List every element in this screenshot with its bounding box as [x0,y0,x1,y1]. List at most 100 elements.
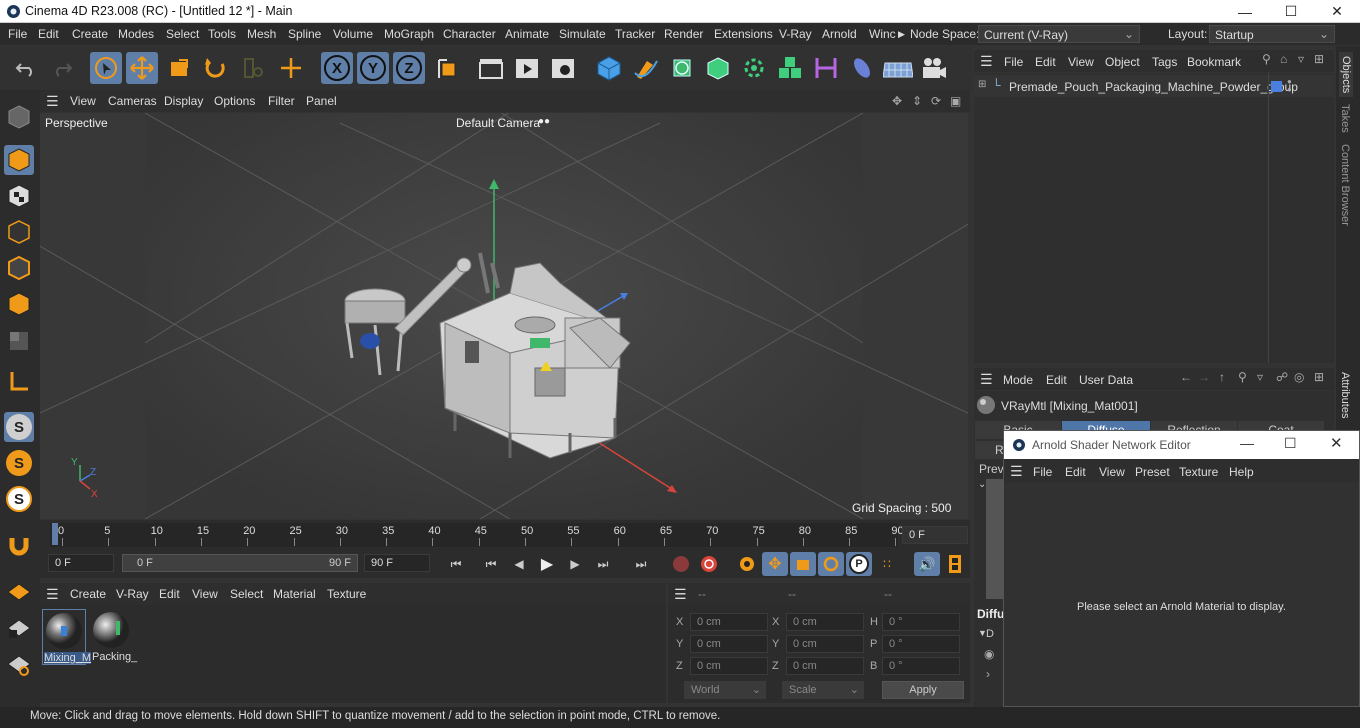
node-space-dropdown[interactable]: Current (V-Ray) ⌄ [978,25,1140,43]
arnold-menu-help[interactable]: Help [1229,465,1254,479]
key-parameter-button[interactable]: P [846,552,872,576]
snap-button[interactable]: S [4,412,34,442]
menu-edit[interactable]: Edit [38,27,59,41]
attributes-menu-mode[interactable]: Mode [1003,373,1033,387]
arnold-menu-file[interactable]: File [1033,465,1052,479]
polygons-mode-button[interactable] [4,289,34,319]
new-window-icon[interactable]: ⊞ [1314,370,1324,384]
objects-menu-file[interactable]: File [1004,55,1023,69]
search-icon[interactable]: ⚲ [1238,370,1247,384]
deformer-button[interactable] [810,52,842,84]
maximize-button[interactable]: ☐ [1268,0,1314,23]
up-arrow-icon[interactable]: ↑ [1219,370,1225,384]
mograph-cloner-button[interactable] [738,52,770,84]
arnold-node-canvas[interactable]: Please select an Arnold Material to disp… [1004,483,1359,706]
hamburger-icon[interactable]: ☰ [1010,463,1023,480]
render-to-picture-viewer-button[interactable] [511,52,543,84]
coord-value-field[interactable]: 0 cm [786,635,864,653]
layout-dropdown[interactable]: Startup ⌄ [1209,25,1335,43]
hamburger-icon[interactable]: ☰ [980,371,993,388]
coordinate-system-button[interactable] [431,52,463,84]
material-menu-create[interactable]: Create [70,587,106,601]
material-swatch[interactable]: Mixing_M [42,609,92,665]
chevron-right-icon[interactable]: › [986,667,990,681]
coord-value-field[interactable]: 0 cm [786,657,864,675]
filter-icon[interactable]: ▿ [1257,370,1263,384]
menu-character[interactable]: Character [443,27,496,41]
array-cubes-button[interactable] [774,52,806,84]
new-window-icon[interactable]: ⊞ [1314,52,1324,66]
visibility-dots-icon[interactable]: ● ● [1287,78,1292,94]
play-button[interactable]: ▶ [534,552,560,576]
z-axis-lock-button[interactable]: Z [393,52,425,84]
radio-icon[interactable]: ◉ [984,647,994,661]
coord-value-field[interactable]: 0 ° [882,613,960,631]
back-arrow-icon[interactable]: ← [1180,370,1192,384]
uv-mode-button[interactable] [4,326,34,356]
coord-system-dropdown[interactable]: World ⌄ [684,681,766,699]
hamburger-icon[interactable]: ☰ [46,586,59,603]
key-scale-button[interactable] [790,552,816,576]
material-menu-select[interactable]: Select [230,587,263,601]
quantize-button[interactable]: S [4,484,34,514]
camera-button[interactable] [918,52,950,84]
render-settings-button[interactable] [547,52,579,84]
hamburger-icon[interactable]: ☰ [980,53,993,70]
viewport-menu-panel[interactable]: Panel [306,94,337,108]
go-to-start-button[interactable]: ⏮ [443,552,469,576]
subdivision-surface-button[interactable] [666,52,698,84]
key-pla-button[interactable]: ∷ [874,552,900,576]
rotate-view-icon[interactable]: ⟳ [931,94,941,108]
coord-value-field[interactable]: 0 ° [882,657,960,675]
redo-button[interactable] [46,52,78,84]
coord-value-field[interactable]: 0 cm [690,613,768,631]
menu-mesh[interactable]: Mesh [247,27,276,41]
forward-arrow-icon[interactable]: → [1198,370,1210,384]
menu-tracker[interactable]: Tracker [615,27,655,41]
menu-extensions[interactable]: Extensions [714,27,773,41]
arnold-menu-texture[interactable]: Texture [1179,465,1218,479]
rotate-tool[interactable] [199,52,231,84]
menu-mograph[interactable]: MoGraph [384,27,434,41]
attributes-menu-user-data[interactable]: User Data [1079,373,1133,387]
objects-menu-edit[interactable]: Edit [1035,55,1056,69]
arnold-menu-edit[interactable]: Edit [1065,465,1086,479]
object-row[interactable]: ⊞ └ Premade_Pouch_Packaging_Machine_Powd… [974,75,1334,97]
pen-spline-button[interactable] [630,52,662,84]
objects-menu-object[interactable]: Object [1105,55,1140,69]
expand-icon[interactable]: ⊞ [978,79,986,90]
size-mode-dropdown[interactable]: Scale ⌄ [782,681,864,699]
viewport-menu-view[interactable]: View [70,94,96,108]
tab-objects[interactable]: Objects [1339,52,1353,98]
material-menu-vray[interactable]: V-Ray [116,587,149,601]
live-selection-tool[interactable] [90,52,122,84]
apply-button[interactable]: Apply [882,681,964,699]
pan-view-icon[interactable]: ✥ [892,94,902,108]
maximize-button[interactable]: ☐ [1284,435,1297,452]
arnold-menu-view[interactable]: View [1099,465,1125,479]
menu-window[interactable]: Winc [869,27,896,41]
timeline-ruler[interactable]: 0 5 10 15 20 25 30 35 40 45 50 55 60 65 70 75 80 85 90 0 F [40,520,970,550]
make-editable-button[interactable] [4,102,34,132]
arnold-menu-preset[interactable]: Preset [1135,465,1170,479]
snap-settings-button[interactable]: S [4,448,34,478]
workplane-button[interactable] [4,577,34,607]
menu-arnold[interactable]: Arnold [822,27,857,41]
minimize-button[interactable]: — [1222,0,1268,23]
close-button[interactable]: ✕ [1330,434,1343,452]
menu-spline[interactable]: Spline [288,27,321,41]
floor-environment-button[interactable] [882,52,914,84]
points-mode-button[interactable] [4,217,34,247]
menu-file[interactable]: File [8,27,27,41]
menu-volume[interactable]: Volume [333,27,373,41]
render-view-button[interactable] [475,52,507,84]
material-menu-view[interactable]: View [192,587,218,601]
material-swatch[interactable]: Packing_ [90,609,137,665]
lock-workplane-button[interactable] [4,613,34,643]
tab-content-browser[interactable]: Content Browser [1339,144,1351,226]
sound-button[interactable]: 🔊 [914,552,940,576]
cube-object-button[interactable] [593,52,625,84]
model-mode-button[interactable] [4,145,34,175]
hamburger-icon[interactable]: ☰ [674,586,687,603]
minimize-button[interactable]: — [1240,435,1254,451]
